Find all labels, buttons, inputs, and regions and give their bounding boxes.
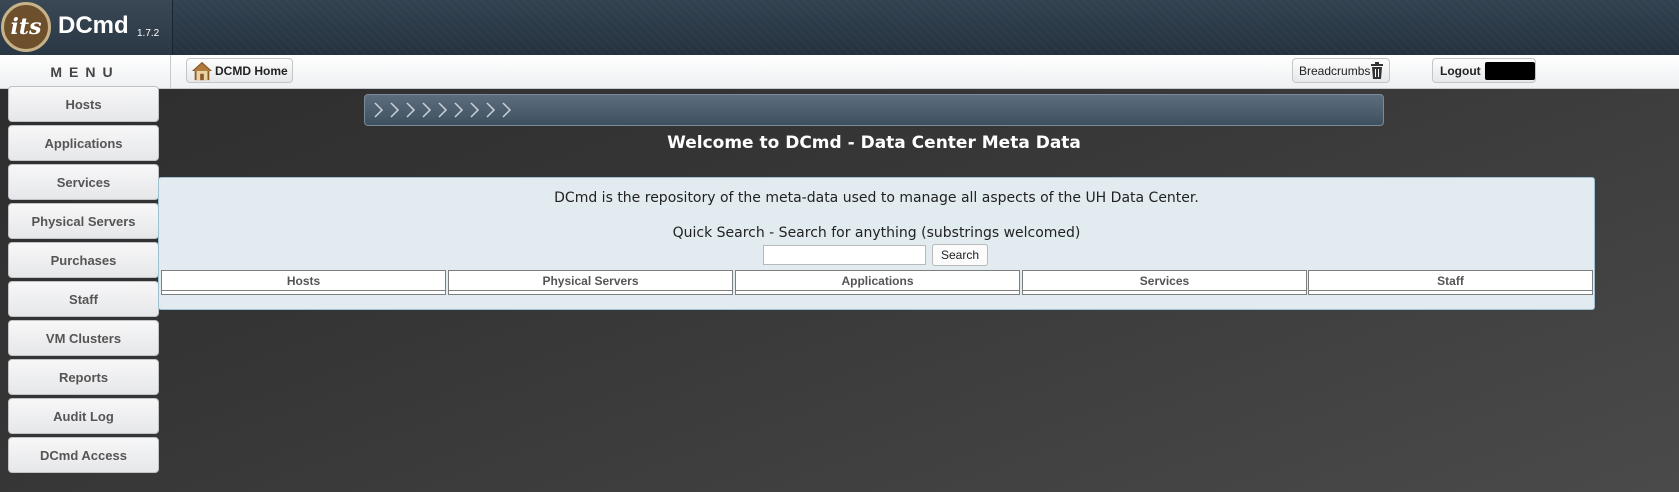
sidebar-item-purchases[interactable]: Purchases [8, 242, 159, 278]
sidebar-item-staff[interactable]: Staff [8, 281, 159, 317]
results-column-staff: Staff [1308, 270, 1593, 295]
main-panel: DCmd is the repository of the meta-data … [158, 177, 1595, 310]
breadcrumb-strip [364, 94, 1384, 126]
column-header: Physical Servers [449, 271, 732, 291]
logo-text: its [10, 14, 42, 40]
column-header: Applications [736, 271, 1019, 291]
page-title: Welcome to DCmd - Data Center Meta Data [667, 133, 1081, 153]
trash-icon[interactable] [1369, 62, 1385, 80]
redacted-username [1484, 61, 1535, 80]
breadcrumbs-label: Breadcrumbs [1299, 63, 1371, 78]
search-input[interactable] [763, 245, 926, 265]
column-header: Services [1023, 271, 1306, 291]
sidebar-item-reports[interactable]: Reports [8, 359, 159, 395]
logout-label: Logout [1440, 63, 1481, 78]
sidebar-item-services[interactable]: Services [8, 164, 159, 200]
column-header: Hosts [162, 271, 445, 291]
column-header: Staff [1309, 271, 1592, 291]
dcmd-home-button[interactable]: DCMD Home [186, 58, 293, 83]
sidebar-item-audit-log[interactable]: Audit Log [8, 398, 159, 434]
description-text: DCmd is the repository of the meta-data … [554, 190, 1199, 206]
breadcrumbs-button[interactable]: Breadcrumbs [1292, 58, 1390, 83]
logout-button[interactable]: Logout [1432, 58, 1536, 83]
home-label: DCMD Home [215, 63, 288, 78]
sidebar-item-physical-servers[interactable]: Physical Servers [8, 203, 159, 239]
app-version: 1.7.2 [137, 28, 160, 39]
sidebar-item-vm-clusters[interactable]: VM Clusters [8, 320, 159, 356]
logo-area: its DCmd 1.7.2 [0, 0, 173, 55]
app-title: DCmd [58, 12, 129, 39]
sidebar-item-dcmd-access[interactable]: DCmd Access [8, 437, 159, 473]
menu-label: MENU [0, 55, 171, 88]
sidebar-item-hosts[interactable]: Hosts [8, 86, 159, 122]
home-icon [191, 61, 213, 80]
sidebar-item-applications[interactable]: Applications [8, 125, 159, 161]
search-button[interactable]: Search [932, 244, 988, 266]
results-column-hosts: Hosts [161, 270, 446, 295]
its-logo[interactable]: its [1, 2, 51, 52]
results-column-services: Services [1022, 270, 1307, 295]
chevron-right-icon [374, 102, 512, 118]
quick-search-label: Quick Search - Search for anything (subs… [672, 225, 1081, 241]
top-banner [0, 0, 1679, 55]
results-column-physical-servers: Physical Servers [448, 270, 733, 295]
results-column-applications: Applications [735, 270, 1020, 295]
